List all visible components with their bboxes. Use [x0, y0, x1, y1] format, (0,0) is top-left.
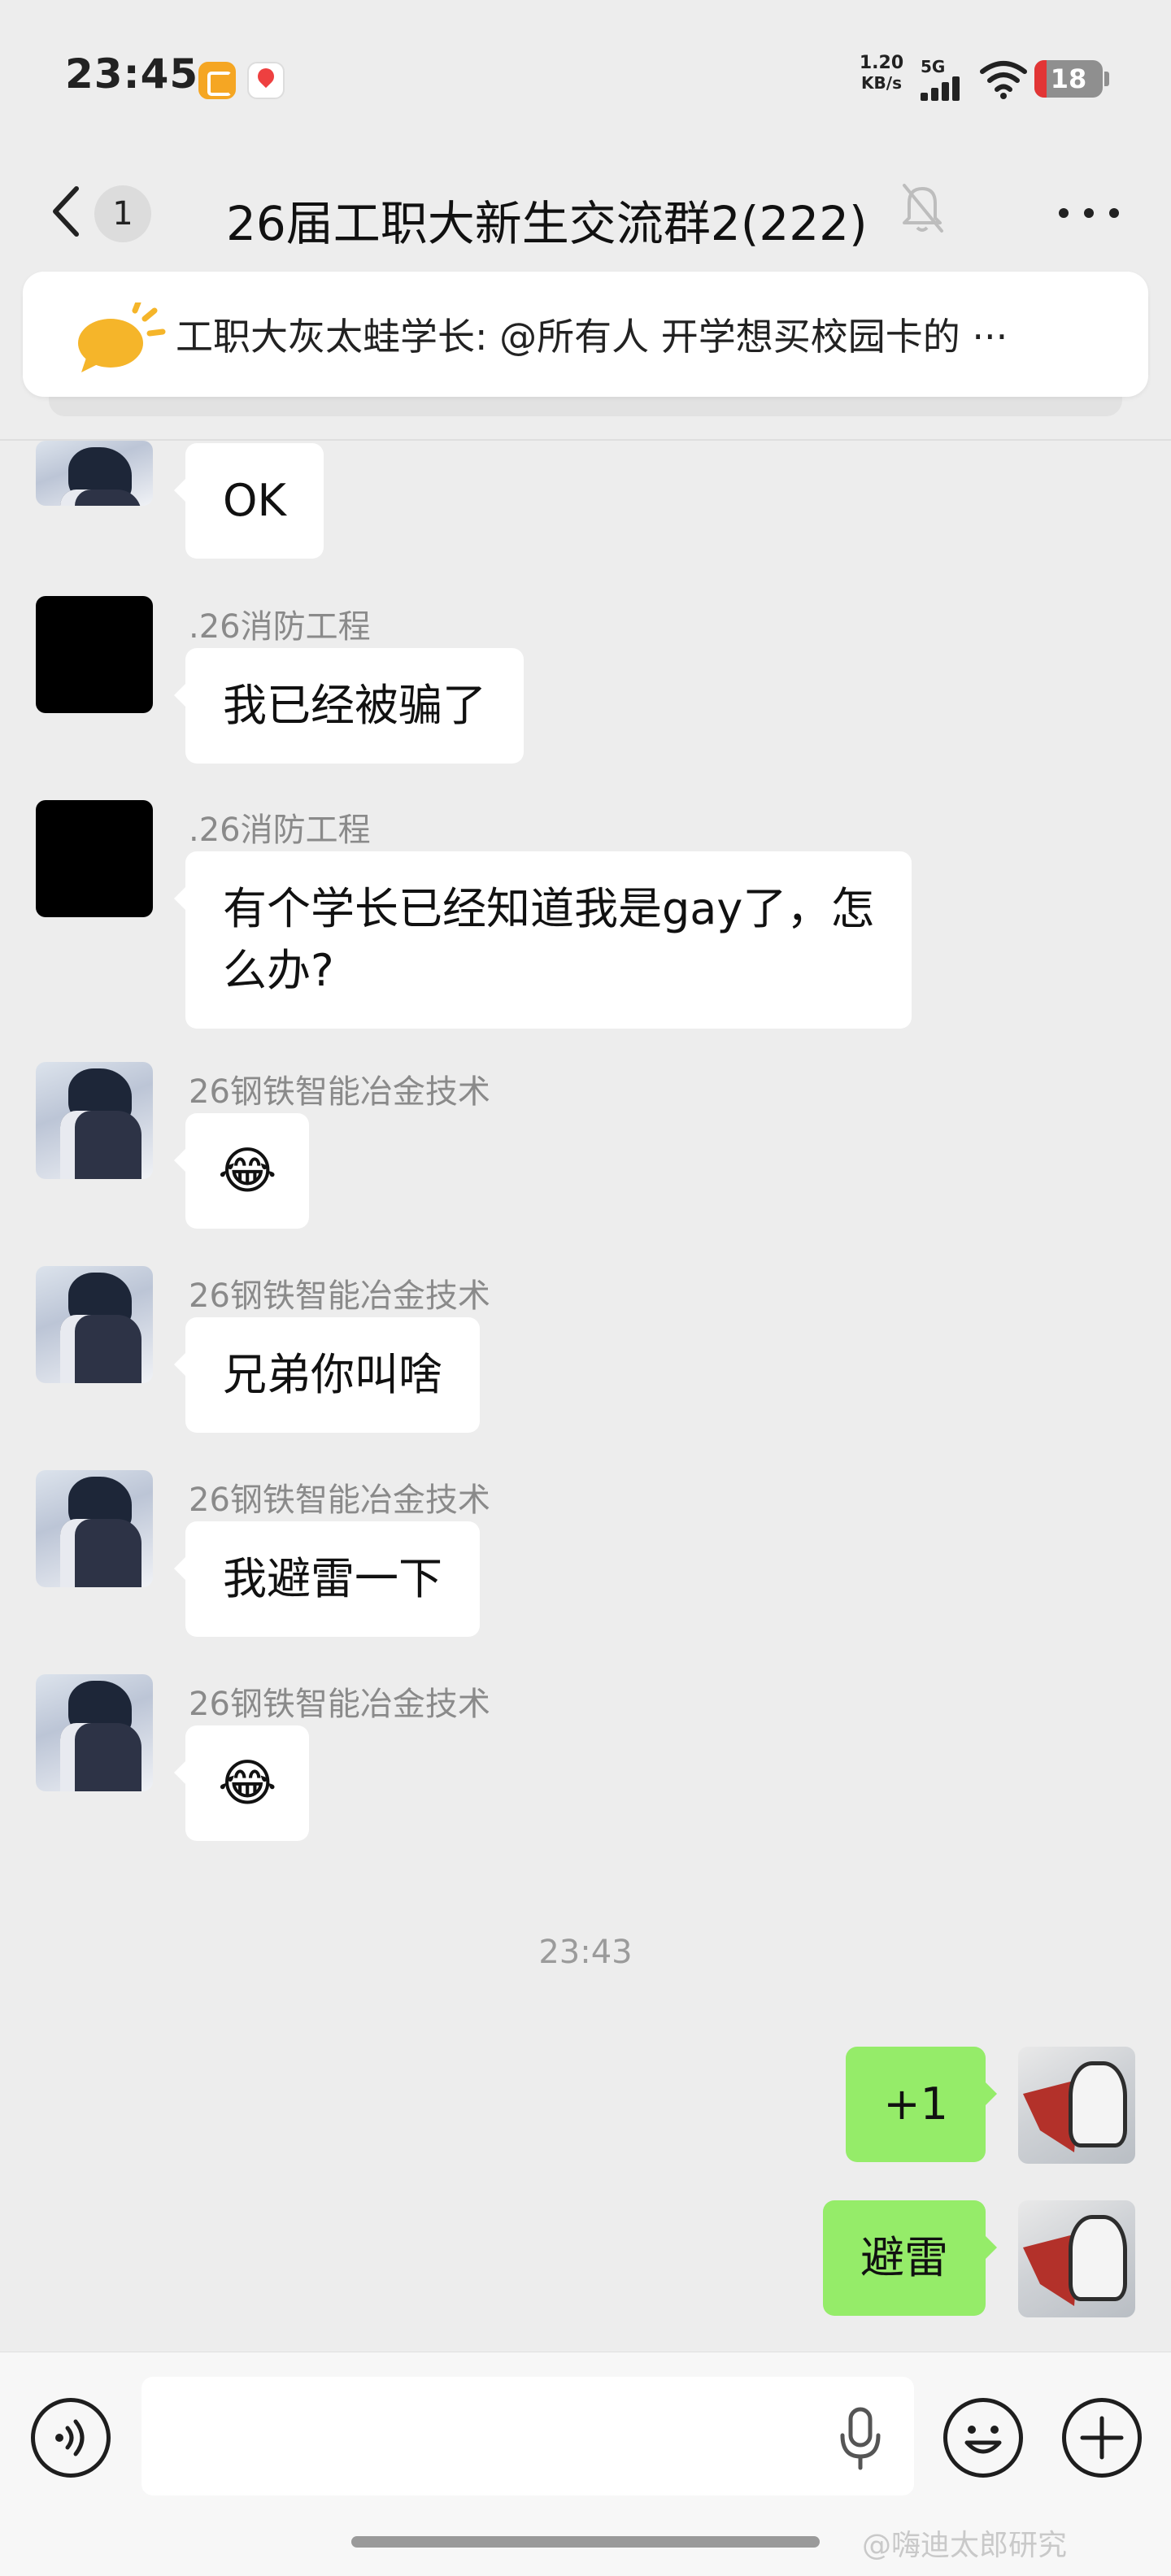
signal-icon	[921, 75, 966, 101]
battery-tip	[1104, 72, 1109, 86]
message-bubble[interactable]: 我已经被骗了	[174, 648, 524, 764]
message-bubble-own[interactable]: 避雷	[823, 2200, 997, 2316]
message-bubble[interactable]: 兄弟你叫啥	[174, 1317, 480, 1433]
wifi-icon	[980, 61, 1027, 99]
message-bubble[interactable]: 我避雷一下	[174, 1521, 480, 1637]
avatar[interactable]	[36, 441, 153, 506]
avatar[interactable]	[36, 596, 153, 713]
network-speed: 1.20 KB/s	[855, 53, 908, 94]
sender-name: .26消防工程	[189, 608, 371, 646]
message-input[interactable]	[141, 2377, 914, 2496]
emoji-icon[interactable]	[943, 2398, 1023, 2478]
message-bubble[interactable]: OK	[174, 443, 324, 559]
sender-name: 26钢铁智能冶金技术	[189, 1482, 490, 1519]
message-text-line: 么办?	[223, 945, 334, 996]
message-bubble[interactable]: 😂	[173, 1113, 310, 1229]
avatar[interactable]	[36, 1062, 153, 1179]
message-text-line: 有个学长已经知道我是gay了，怎	[223, 883, 875, 934]
network-type: 5G	[921, 57, 946, 76]
bell-off-icon	[903, 184, 943, 233]
ellipsis-icon[interactable]	[1057, 200, 1122, 224]
input-bar: @嗨迪太郎研究	[0, 2352, 1171, 2576]
avatar[interactable]	[36, 1266, 153, 1383]
pinned-announcement-text: 工职大灰太蛙学长: @所有人 开学想买校园卡的 ···	[176, 315, 1008, 359]
microphone-icon[interactable]	[838, 2406, 883, 2471]
plus-icon[interactable]	[1062, 2398, 1142, 2478]
sender-name: .26消防工程	[189, 812, 371, 849]
message-bubble[interactable]: 有个学长已经知道我是gay了，怎 么办?	[173, 851, 912, 1029]
watermark: @嗨迪太郎研究	[862, 2529, 1068, 2562]
avatar[interactable]	[36, 1470, 153, 1587]
header-divider	[0, 439, 1171, 441]
avatar-own[interactable]	[1018, 2047, 1135, 2164]
network-speed-unit: KB/s	[861, 73, 902, 93]
unread-count-badge[interactable]: 1	[94, 185, 151, 242]
message-bubble-own[interactable]: +1	[846, 2047, 997, 2162]
battery-level: 18	[1050, 63, 1087, 94]
avatar[interactable]	[36, 1674, 153, 1791]
avatar[interactable]	[36, 800, 153, 917]
chat-title[interactable]: 26届工职大新生交流群2(222)	[226, 185, 868, 254]
voice-input-icon[interactable]	[31, 2398, 111, 2478]
status-bar: 23:45 1.20 KB/s 5G 18	[0, 0, 1171, 154]
chevron-left-icon[interactable]	[44, 179, 93, 244]
clock: 23:45	[65, 50, 199, 98]
message-bubble[interactable]: 😂	[173, 1725, 310, 1841]
megaphone-icon	[78, 302, 166, 372]
sender-name: 26钢铁智能冶金技术	[189, 1277, 490, 1315]
sender-name: 26钢铁智能冶金技术	[189, 1073, 490, 1111]
avatar-own[interactable]	[1018, 2200, 1135, 2317]
message-timestamp: 23:43	[538, 1934, 633, 1971]
sender-name: 26钢铁智能冶金技术	[189, 1686, 490, 1723]
battery-icon: 18	[1034, 60, 1103, 98]
orange-app-icon	[198, 62, 236, 99]
network-speed-value: 1.20	[859, 53, 904, 73]
home-indicator[interactable]	[351, 2536, 820, 2548]
map-pin-app-icon	[247, 62, 285, 99]
pinned-announcement[interactable]: 工职大灰太蛙学长: @所有人 开学想买校园卡的 ···	[23, 272, 1148, 397]
chat-header: 1 26届工职大新生交流群2(222)	[0, 154, 1171, 268]
